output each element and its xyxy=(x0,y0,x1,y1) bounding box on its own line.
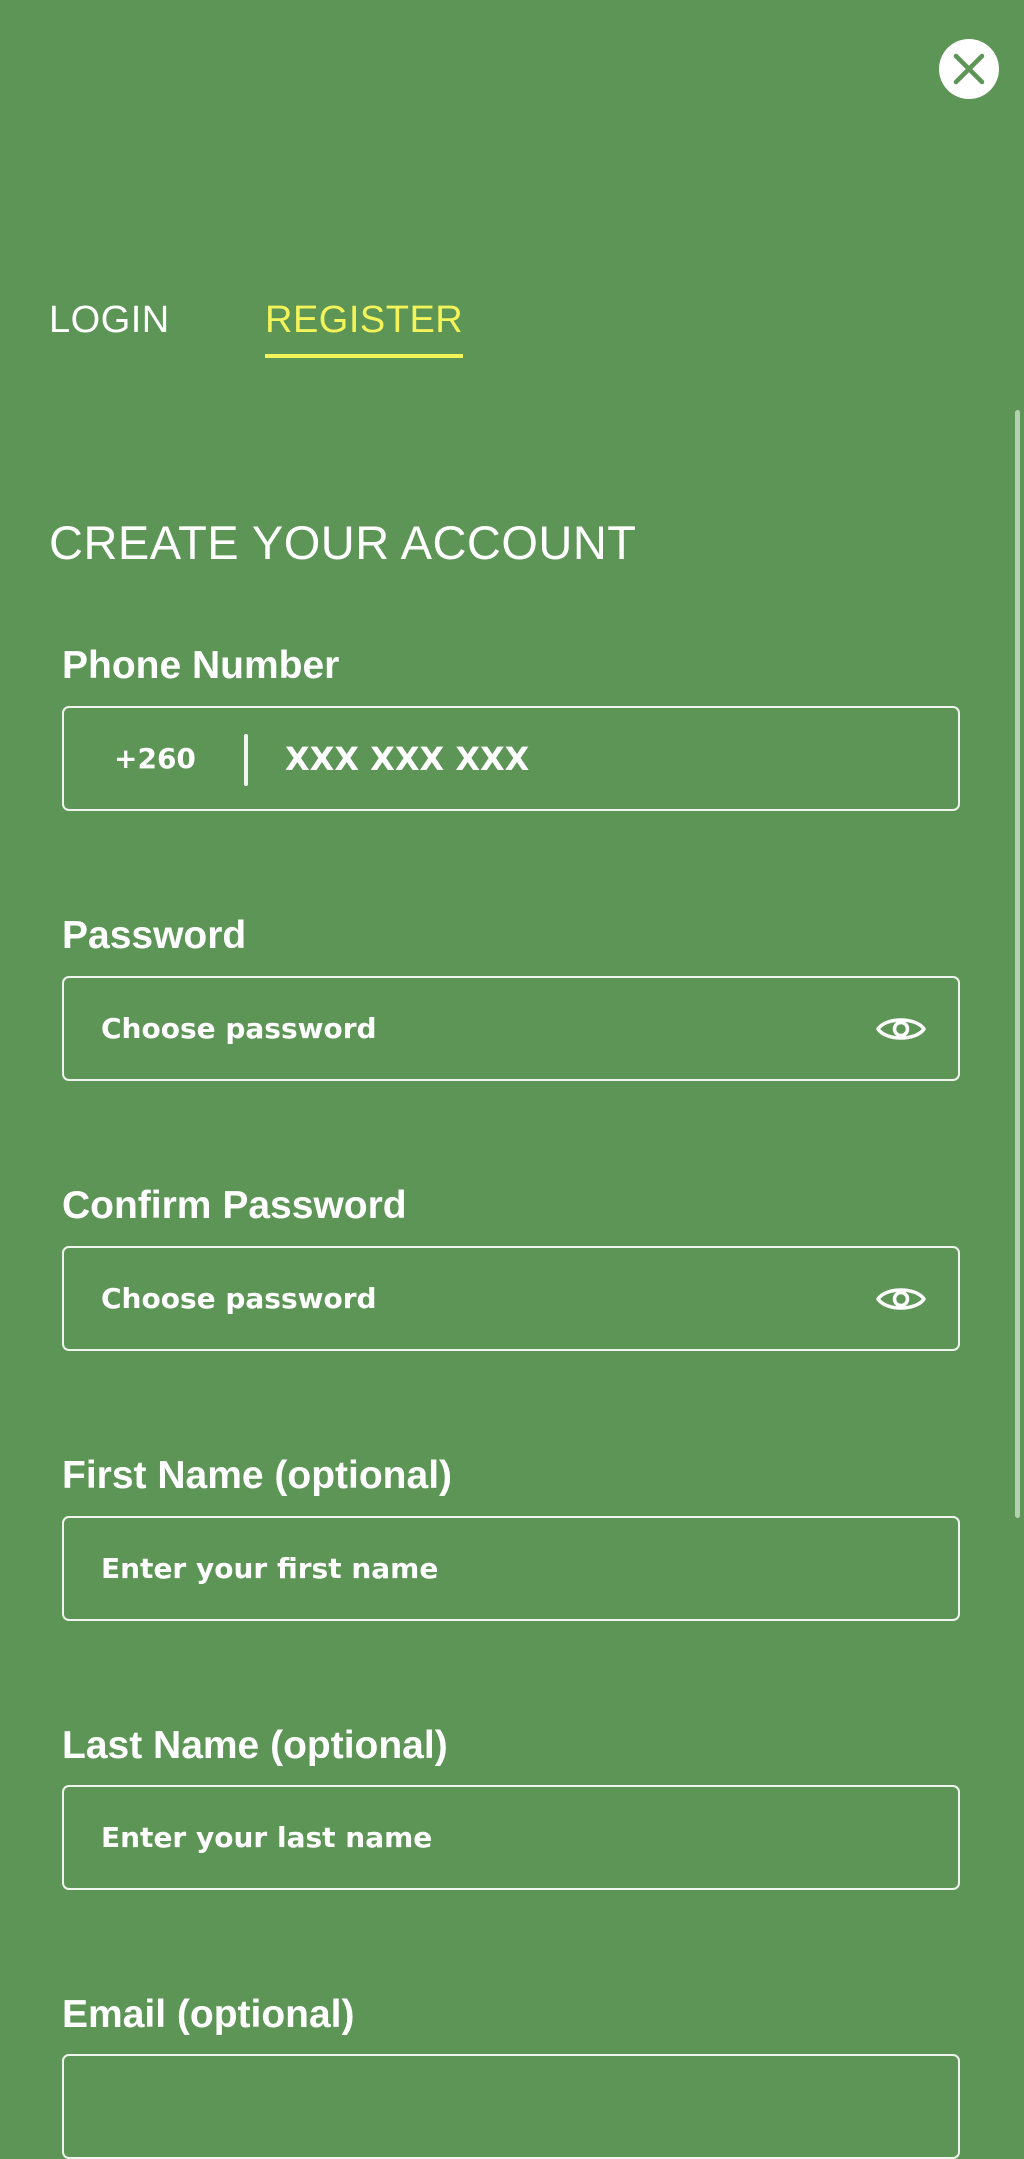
confirm-password-label: Confirm Password xyxy=(62,1184,407,1227)
close-icon xyxy=(953,53,985,85)
email-input[interactable] xyxy=(64,2056,958,2157)
email-label: Email (optional) xyxy=(62,1993,355,2036)
last-name-input[interactable] xyxy=(64,1787,958,1888)
eye-icon xyxy=(876,1017,926,1040)
first-name-field xyxy=(62,1516,960,1621)
eye-icon xyxy=(876,1287,926,1310)
first-name-input[interactable] xyxy=(64,1518,958,1619)
last-name-label: Last Name (optional) xyxy=(62,1724,448,1767)
confirm-password-field xyxy=(62,1246,960,1351)
close-button[interactable] xyxy=(939,39,999,99)
first-name-label: First Name (optional) xyxy=(62,1454,453,1497)
email-field xyxy=(62,2054,960,2159)
phone-field: +260 xyxy=(62,706,960,811)
scrollbar[interactable] xyxy=(1015,410,1020,1518)
page-title: CREATE YOUR ACCOUNT xyxy=(49,516,637,569)
last-name-field xyxy=(62,1785,960,1890)
confirm-password-visibility-toggle[interactable] xyxy=(872,1248,930,1349)
auth-tabs: LOGIN REGISTER xyxy=(49,292,549,362)
password-field xyxy=(62,976,960,1081)
password-input[interactable] xyxy=(64,978,958,1079)
password-label: Password xyxy=(62,914,247,957)
confirm-password-input[interactable] xyxy=(64,1248,958,1349)
tab-login[interactable]: LOGIN xyxy=(49,292,170,348)
password-visibility-toggle[interactable] xyxy=(872,978,930,1079)
phone-label: Phone Number xyxy=(62,644,340,687)
phone-input[interactable] xyxy=(64,708,958,809)
tab-register[interactable]: REGISTER xyxy=(265,292,464,358)
